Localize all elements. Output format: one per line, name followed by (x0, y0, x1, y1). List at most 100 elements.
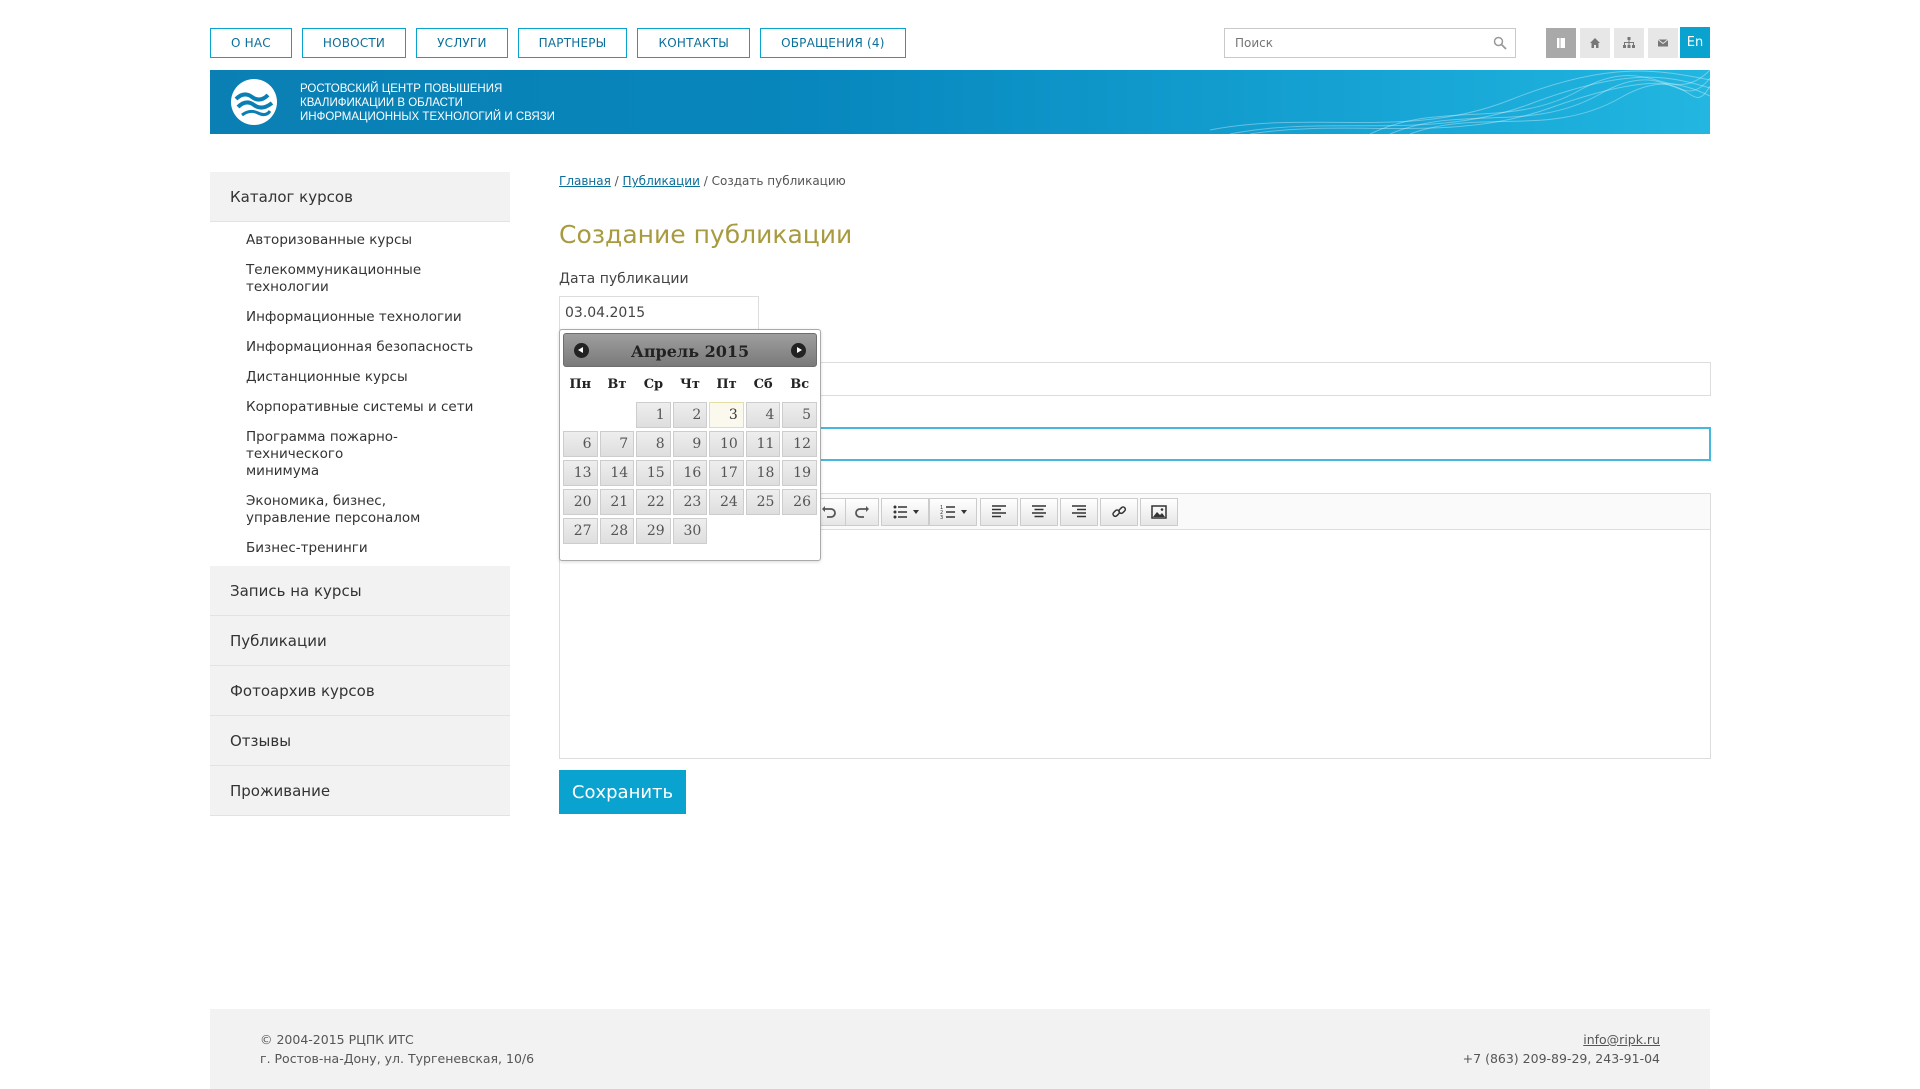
next-month-icon[interactable] (791, 343, 806, 358)
page-title: Создание публикации (559, 220, 853, 249)
weekday-header: Пн (569, 377, 592, 392)
day-cell[interactable]: 9 (672, 431, 708, 457)
day-cell[interactable]: 28 (599, 518, 635, 544)
sidebar-item-trainings[interactable]: Бизнес-тренинги (210, 534, 510, 564)
day-cell[interactable]: 14 (599, 460, 635, 486)
save-button[interactable]: Сохранить (559, 770, 686, 814)
align-center-button[interactable] (1020, 498, 1058, 526)
weekday-header: Вс (790, 377, 810, 392)
banner-waves (1210, 70, 1710, 134)
nav-services[interactable]: УСЛУГИ (416, 28, 508, 58)
align-center-icon (1032, 505, 1046, 518)
numbered-list-button[interactable]: 123 (929, 498, 977, 526)
day-cell[interactable]: 7 (599, 431, 635, 457)
weekday-header: Пт (716, 377, 737, 392)
home-icon[interactable] (1580, 28, 1610, 58)
day-cell[interactable]: 21 (599, 489, 635, 515)
sidebar-reviews[interactable]: Отзывы (210, 716, 510, 766)
search-icon[interactable] (1493, 36, 1507, 50)
datepicker-calendar: Пн Вт Ср Чт Пт Сб Вс 1 2 3 4 5 6 7 8 9 10 11 12 13 14 15 16 17 1… (563, 371, 817, 544)
footer-right: info@ripk.ru +7 (863) 209-89-29, 243-91-… (1463, 1030, 1660, 1068)
sidebar-item-telecom[interactable]: Телекоммуникационные технологии (210, 256, 440, 303)
footer-copyright: © 2004-2015 РЦПК ИТС (260, 1032, 414, 1047)
day-cell[interactable]: 17 (709, 460, 744, 486)
day-cell[interactable]: 15 (636, 460, 671, 486)
day-cell[interactable]: 13 (563, 460, 598, 486)
datepicker: Апрель 2015 Пн Вт Ср Чт Пт Сб Вс 1 2 3 4 5 6 7 8 9 10 11 1… (559, 329, 821, 561)
datepicker-title: Апрель 2015 (630, 342, 750, 361)
image-button[interactable] (1140, 498, 1178, 526)
sidebar-enroll[interactable]: Запись на курсы (210, 566, 510, 616)
bullet-list-button[interactable] (881, 498, 929, 526)
day-cell[interactable]: 30 (672, 518, 708, 544)
day-cell[interactable]: 25 (745, 489, 781, 515)
sidebar-photo-archive[interactable]: Фотоархив курсов (210, 666, 510, 716)
editor-content-area[interactable] (560, 530, 1710, 758)
sidebar: Каталог курсов Авторизованные курсы Теле… (210, 172, 510, 816)
dropdown-caret-icon (912, 510, 919, 514)
day-cell[interactable]: 16 (672, 460, 708, 486)
book-icon[interactable] (1546, 28, 1576, 58)
day-cell[interactable]: 4 (745, 402, 781, 428)
sidebar-catalog[interactable]: Каталог курсов (210, 172, 510, 222)
empty-day-cell (600, 402, 635, 428)
sidebar-item-security[interactable]: Информационная безопасность (210, 333, 510, 363)
nav-requests[interactable]: ОБРАЩЕНИЯ (4) (760, 28, 906, 58)
sidebar-item-corporate[interactable]: Корпоративные системы и сети (210, 393, 510, 423)
sidebar-item-fire[interactable]: Программа пожарно-технического минимума (210, 423, 410, 487)
dropdown-caret-icon (960, 510, 967, 514)
search-box (1224, 28, 1516, 58)
day-cell[interactable]: 5 (782, 402, 817, 428)
utility-icons (1546, 28, 1678, 58)
sidebar-item-distance[interactable]: Дистанционные курсы (210, 363, 510, 393)
align-left-button[interactable] (980, 498, 1018, 526)
align-right-button[interactable] (1060, 498, 1098, 526)
day-cell[interactable]: 24 (709, 489, 744, 515)
nav-contacts[interactable]: КОНТАКТЫ (637, 28, 751, 58)
sidebar-publications[interactable]: Публикации (210, 616, 510, 666)
language-switch[interactable]: En (1680, 27, 1710, 58)
day-cell[interactable]: 10 (709, 431, 744, 457)
day-cell[interactable]: 27 (563, 518, 598, 544)
day-cell[interactable]: 11 (745, 431, 781, 457)
nav-news[interactable]: НОВОСТИ (301, 28, 407, 58)
day-cell[interactable]: 8 (636, 431, 671, 457)
undo-icon (822, 506, 836, 518)
mail-icon[interactable] (1648, 28, 1678, 58)
weekday-header: Сб (753, 377, 773, 392)
breadcrumb-publications[interactable]: Публикации (623, 174, 700, 188)
top-nav: О НАС НОВОСТИ УСЛУГИ ПАРТНЕРЫ КОНТАКТЫ О… (210, 28, 906, 58)
footer-email[interactable]: info@ripk.ru (1583, 1032, 1660, 1047)
day-cell[interactable]: 22 (636, 489, 671, 515)
day-cell[interactable]: 26 (782, 489, 817, 515)
day-cell[interactable]: 12 (782, 431, 817, 457)
logo-icon[interactable] (228, 77, 280, 127)
day-cell[interactable]: 23 (672, 489, 708, 515)
nav-about[interactable]: О НАС (210, 28, 292, 58)
day-cell[interactable]: 18 (745, 460, 781, 486)
weekday-header: Ср (643, 377, 664, 392)
image-icon (1151, 505, 1167, 519)
sidebar-item-authorized[interactable]: Авторизованные курсы (210, 226, 510, 256)
breadcrumb-home[interactable]: Главная (559, 174, 611, 188)
nav-partners[interactable]: ПАРТНЕРЫ (517, 28, 628, 58)
day-cell[interactable]: 19 (782, 460, 817, 486)
sidebar-accommodation[interactable]: Проживание (210, 766, 510, 816)
date-field[interactable]: 03.04.2015 (559, 296, 759, 330)
day-cell[interactable]: 20 (563, 489, 598, 515)
sitemap-icon[interactable] (1614, 28, 1644, 58)
day-cell[interactable]: 29 (636, 518, 671, 544)
sidebar-item-economics[interactable]: Экономика, бизнес, управление персоналом (210, 487, 470, 534)
link-icon (1112, 506, 1127, 518)
search-input[interactable] (1225, 30, 1475, 56)
day-cell[interactable]: 2 (672, 402, 708, 428)
breadcrumb-sep: / (703, 174, 708, 188)
svg-text:3: 3 (940, 515, 943, 521)
redo-button[interactable] (845, 498, 879, 526)
today-cell[interactable]: 3 (709, 402, 744, 428)
sidebar-item-it[interactable]: Информационные технологии (210, 303, 510, 333)
datepicker-header: Апрель 2015 (563, 333, 817, 367)
day-cell[interactable]: 6 (563, 431, 598, 457)
link-button[interactable] (1100, 498, 1138, 526)
day-cell[interactable]: 1 (636, 402, 671, 428)
